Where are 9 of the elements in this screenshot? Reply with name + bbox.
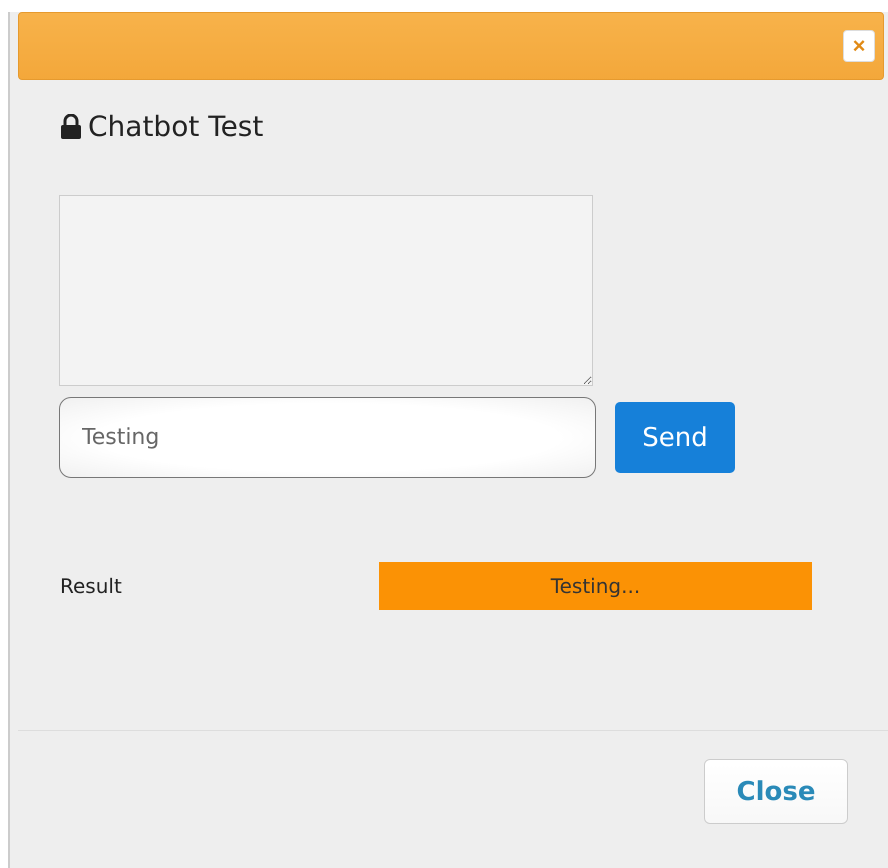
close-icon[interactable]: × <box>843 30 875 62</box>
message-input[interactable]: Testing <box>59 397 596 478</box>
chat-log-field[interactable] <box>59 195 593 386</box>
dialog-title: Chatbot Test <box>88 110 264 143</box>
result-label: Result <box>60 574 123 598</box>
lock-icon <box>60 114 82 140</box>
close-button[interactable]: Close <box>704 759 848 824</box>
send-button[interactable]: Send <box>615 402 735 473</box>
result-status: Testing... <box>379 562 812 610</box>
